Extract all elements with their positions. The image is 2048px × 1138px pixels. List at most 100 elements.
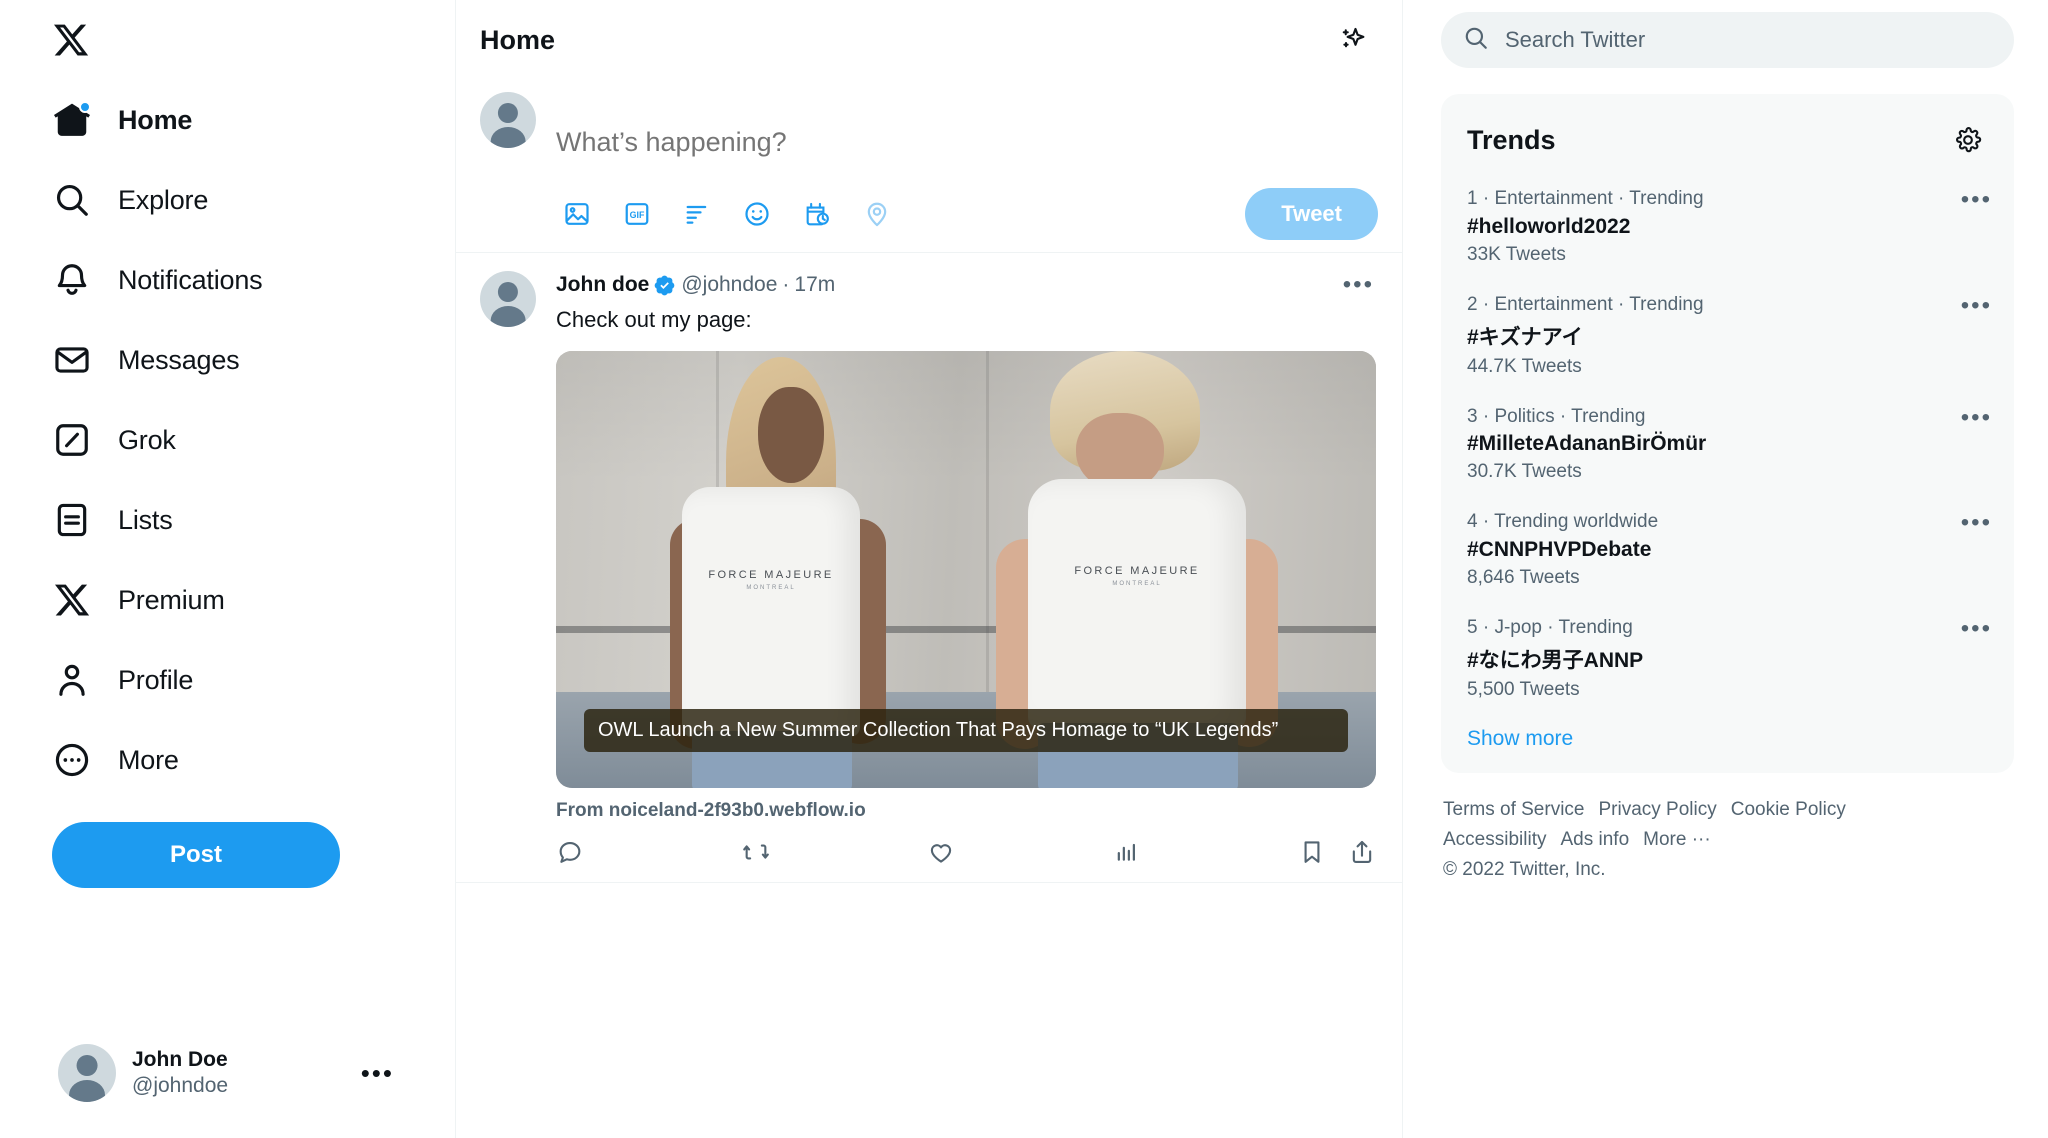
account-switcher[interactable]: John Doe @johndoe •••: [46, 1032, 406, 1114]
compose-body: GIF: [556, 92, 1378, 240]
footer-link-cookie[interactable]: Cookie Policy: [1731, 799, 1846, 821]
search-input[interactable]: [1505, 27, 1992, 53]
svg-text:GIF: GIF: [630, 210, 645, 220]
footer-link-ads-info[interactable]: Ads info: [1560, 829, 1629, 851]
shirt-sub-text: MONTREAL: [746, 585, 796, 591]
twitter-app: Home Explore Notifications Messages Grok…: [0, 0, 2048, 1138]
search-bar[interactable]: [1441, 12, 2014, 68]
compose-box: GIF: [456, 80, 1402, 253]
right-sidebar: Trends 1 · Entertainment · Trending #hel…: [1403, 0, 2048, 1138]
trend-name: #なにわ男子ANNP: [1467, 648, 1644, 672]
show-more-link[interactable]: Show more: [1441, 715, 2014, 755]
location-icon[interactable]: [856, 193, 898, 235]
footer-link-more[interactable]: More ···: [1643, 829, 1711, 851]
tweet-header: John doe @johndoe · 17m •••: [556, 271, 1378, 299]
verified-badge-icon: [653, 274, 676, 297]
sidebar-item-more[interactable]: More: [38, 720, 368, 800]
sidebar-item-messages[interactable]: Messages: [38, 320, 368, 400]
trend-more-icon[interactable]: •••: [1961, 404, 1992, 432]
trends-title: Trends: [1467, 124, 1556, 155]
tweet-author-handle: @johndoe: [681, 273, 778, 296]
trend-item[interactable]: 4 · Trending worldwide #CNNPHVPDebate 8,…: [1441, 497, 2014, 603]
page-title: Home: [480, 24, 556, 55]
bell-icon: [52, 260, 92, 300]
x-logo-icon: [52, 21, 90, 64]
card-source: From noiceland-2f93b0.webflow.io: [556, 800, 866, 821]
avatar: [480, 92, 536, 148]
shirt-logo-text: FORCE MAJEURE: [1074, 565, 1200, 577]
emoji-icon[interactable]: [736, 193, 778, 235]
trend-count: 8,646 Tweets: [1467, 567, 1580, 589]
main-column: Home GIF: [455, 0, 1403, 1138]
footer-row-secondary: Accessibility Ads info More ···: [1443, 829, 2006, 851]
post-button[interactable]: Post: [52, 822, 340, 888]
trend-name: #キズナアイ: [1467, 325, 1583, 349]
home-icon: [52, 100, 92, 140]
trend-more-icon[interactable]: •••: [1961, 292, 1992, 320]
sidebar-item-explore[interactable]: Explore: [38, 160, 368, 240]
tweet-timestamp[interactable]: 17m: [794, 273, 835, 297]
trend-count: 30.7K Tweets: [1467, 461, 1582, 483]
footer-link-terms[interactable]: Terms of Service: [1443, 799, 1584, 821]
like-icon[interactable]: [927, 838, 1113, 866]
trend-item[interactable]: 2 · Entertainment · Trending #キズナアイ 44.7…: [1441, 280, 2014, 392]
trend-count: 44.7K Tweets: [1467, 355, 1582, 377]
bookmark-icon[interactable]: [1298, 838, 1326, 866]
sidebar-item-premium[interactable]: Premium: [38, 560, 368, 640]
trend-item[interactable]: 5 · J-pop · Trending #なにわ男子ANNP 5,500 Tw…: [1441, 603, 2014, 715]
trend-item[interactable]: 1 · Entertainment · Trending #helloworld…: [1441, 174, 2014, 280]
retweet-icon[interactable]: [742, 838, 928, 866]
views-icon[interactable]: [1113, 838, 1299, 866]
x-premium-icon: [52, 580, 92, 620]
sidebar-item-label: Explore: [118, 184, 209, 215]
gif-icon[interactable]: GIF: [616, 193, 658, 235]
reply-icon[interactable]: [556, 838, 742, 866]
shirt-sub-text: MONTREAL: [1112, 581, 1162, 587]
image-icon[interactable]: [556, 193, 598, 235]
tweet-secondary-actions: [1298, 838, 1376, 866]
left-sidebar: Home Explore Notifications Messages Grok…: [0, 0, 455, 1138]
tweet: John doe @johndoe · 17m ••• Check out my…: [456, 253, 1402, 883]
shirt-logo-text: FORCE MAJEURE: [708, 569, 834, 581]
more-circle-icon: [52, 740, 92, 780]
share-icon[interactable]: [1348, 838, 1376, 866]
x-logo-link[interactable]: [38, 8, 455, 76]
footer-link-privacy[interactable]: Privacy Policy: [1598, 799, 1716, 821]
avatar[interactable]: [480, 271, 536, 327]
schedule-icon[interactable]: [796, 193, 838, 235]
poll-icon[interactable]: [676, 193, 718, 235]
sidebar-item-label: More: [118, 744, 179, 775]
sidebar-item-grok[interactable]: Grok: [38, 400, 368, 480]
primary-navigation: Home Explore Notifications Messages Grok…: [38, 80, 455, 800]
trend-meta: 1 · Entertainment · Trending: [1467, 188, 1704, 209]
footer-row-primary: Terms of Service Privacy Policy Cookie P…: [1443, 799, 2006, 821]
sidebar-item-profile[interactable]: Profile: [38, 640, 368, 720]
sidebar-item-label: Messages: [118, 344, 240, 375]
tweet-submit-button[interactable]: Tweet: [1245, 188, 1378, 240]
sidebar-item-lists[interactable]: Lists: [38, 480, 368, 560]
card-image: FORCE MAJEURE MONTREAL FORCE MAJEURE MON…: [556, 351, 1376, 788]
trend-name: #helloworld2022: [1467, 214, 1631, 238]
sidebar-item-notifications[interactable]: Notifications: [38, 240, 368, 320]
sidebar-item-home[interactable]: Home: [38, 80, 368, 160]
envelope-icon: [52, 340, 92, 380]
tweet-author-name[interactable]: John doe: [556, 273, 649, 297]
trend-name: #CNNPHVPDebate: [1467, 538, 1652, 562]
footer-link-accessibility[interactable]: Accessibility: [1443, 829, 1546, 851]
gear-icon[interactable]: [1948, 120, 1988, 160]
compose-input[interactable]: [556, 92, 1378, 170]
tweet-action-bar: [556, 838, 1376, 866]
account-menu-icon[interactable]: •••: [361, 1060, 394, 1086]
footer: Terms of Service Privacy Policy Cookie P…: [1441, 799, 2014, 881]
trend-item[interactable]: 3 · Politics · Trending #MilleteAdananBi…: [1441, 392, 2014, 498]
tweet-more-icon[interactable]: •••: [1343, 271, 1378, 299]
sidebar-item-label: Notifications: [118, 264, 263, 295]
person-icon: [52, 660, 92, 700]
trend-more-icon[interactable]: •••: [1961, 186, 1992, 214]
trend-count: 33K Tweets: [1467, 243, 1566, 265]
sparkle-icon[interactable]: [1330, 17, 1376, 63]
tweet-text: Check out my page:: [556, 307, 752, 332]
trend-more-icon[interactable]: •••: [1961, 615, 1992, 643]
link-preview-card[interactable]: FORCE MAJEURE MONTREAL FORCE MAJEURE MON…: [556, 351, 1376, 822]
trend-more-icon[interactable]: •••: [1961, 509, 1992, 537]
